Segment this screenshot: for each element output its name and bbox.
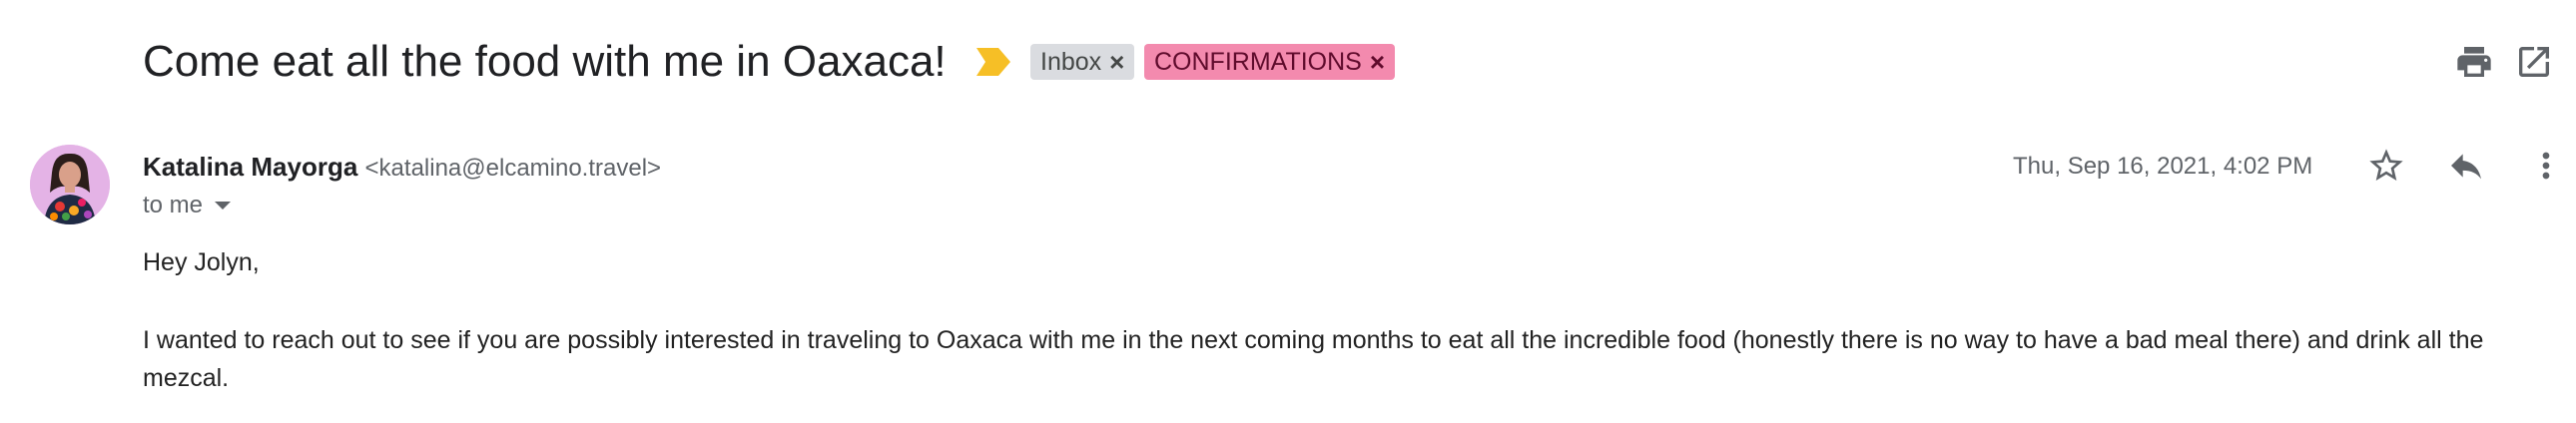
avatar[interactable] xyxy=(30,145,110,224)
importance-marker-icon[interactable] xyxy=(976,48,1010,76)
remove-label-inbox-button[interactable]: × xyxy=(1109,44,1124,80)
label-inbox-text: Inbox xyxy=(1040,48,1102,76)
email-date: Thu, Sep 16, 2021, 4:02 PM xyxy=(2013,153,2313,180)
label-inbox: Inbox × xyxy=(1030,44,1135,80)
remove-label-confirmations-button[interactable]: × xyxy=(1370,44,1385,80)
label-confirmations: CONFIRMATIONS × xyxy=(1144,44,1396,80)
label-confirmations-text: CONFIRMATIONS xyxy=(1154,48,1362,76)
sender-line: Katalina Mayorga <katalina@elcamino.trav… xyxy=(143,150,661,186)
open-in-new-window-icon[interactable] xyxy=(2514,42,2554,82)
email-subject: Come eat all the food with me in Oaxaca! xyxy=(143,37,947,86)
sender-name[interactable]: Katalina Mayorga xyxy=(143,152,357,182)
chevron-down-icon[interactable] xyxy=(215,202,232,210)
recipient-details-toggle[interactable]: to me xyxy=(143,190,232,221)
email-body: I wanted to reach out to see if you are … xyxy=(143,326,2484,392)
reply-icon[interactable] xyxy=(2446,146,2486,186)
more-vertical-icon[interactable] xyxy=(2526,146,2566,186)
star-icon[interactable] xyxy=(2366,146,2406,186)
recipient-label: to me xyxy=(143,192,204,218)
email-greeting: Hey Jolyn, xyxy=(143,248,260,276)
print-icon[interactable] xyxy=(2454,42,2494,82)
sender-email: <katalina@elcamino.travel> xyxy=(364,155,662,182)
